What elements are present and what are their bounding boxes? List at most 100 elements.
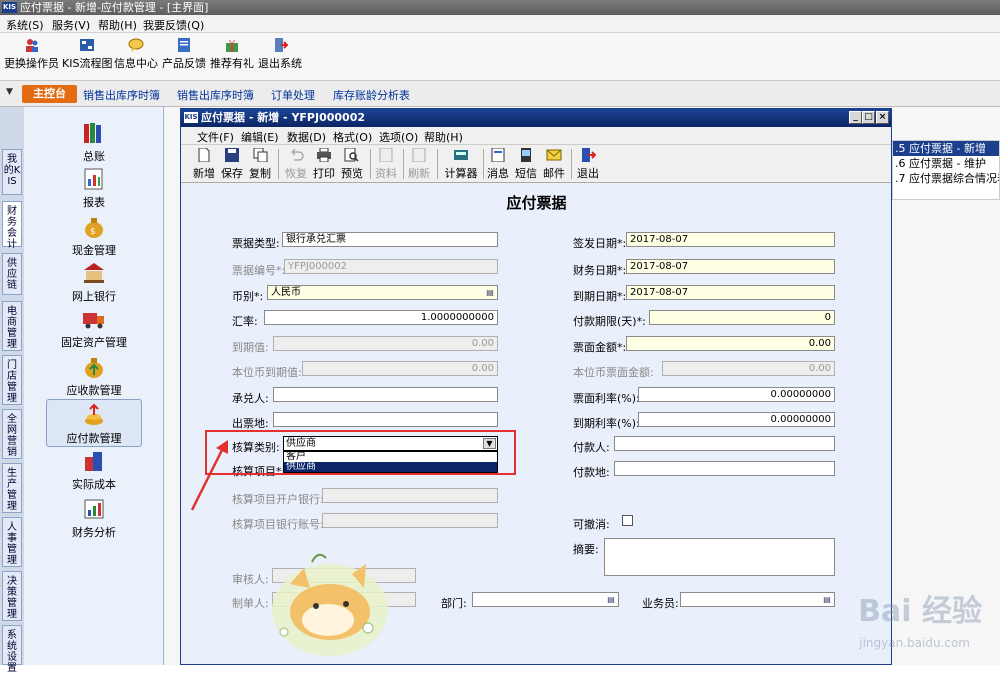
tab-order-processing[interactable]: 订单处理	[271, 87, 315, 103]
restore-button[interactable]: 恢复	[281, 148, 311, 181]
vtab-hr[interactable]: 人事管理	[2, 517, 22, 567]
minimize-icon[interactable]: _	[849, 111, 862, 124]
lookup-icon[interactable]: ▤	[821, 594, 833, 605]
reference-button[interactable]: 资料	[371, 148, 401, 181]
tab-main-console[interactable]: 主控台	[22, 85, 77, 103]
copy-button[interactable]: 复制	[245, 148, 275, 181]
refresh-button[interactable]: 刷新	[404, 148, 434, 181]
info-center-button[interactable]: 信息中心	[114, 37, 158, 71]
list-item[interactable]: .7 应付票据综合情况表	[893, 171, 999, 186]
vtab-finance[interactable]: 财务会计	[2, 201, 22, 250]
acceptor-field[interactable]	[273, 387, 498, 402]
analysis-chart-icon	[84, 499, 104, 519]
vtab-production[interactable]: 生产管理	[2, 463, 22, 513]
sms-button[interactable]: 短信	[511, 148, 541, 181]
change-operator-button[interactable]: 更换操作员	[4, 37, 59, 71]
save-button[interactable]: 保存	[217, 148, 247, 181]
payer-label: 付款人:	[573, 441, 610, 454]
item-account-label: 核算项目银行账号:	[232, 518, 324, 531]
revocable-label: 可撤消:	[573, 518, 610, 531]
exchange-rate-field[interactable]: 1.0000000000	[264, 310, 498, 325]
face-amount-field[interactable]: 0.00	[626, 336, 835, 351]
product-feedback-button[interactable]: 产品反馈	[162, 37, 206, 71]
envelope-icon	[546, 149, 562, 161]
staff-field[interactable]: ▤	[680, 592, 835, 607]
vtab-ecommerce[interactable]: 电商管理	[2, 301, 22, 351]
email-button[interactable]: 邮件	[539, 148, 569, 181]
face-rate-field[interactable]: 0.00000000	[638, 387, 835, 402]
tab-sales-outbound-2[interactable]: 销售出库序时簿	[177, 87, 254, 103]
note-type-label: 票据类型:	[232, 237, 280, 250]
vtab-marketing[interactable]: 全网营销	[2, 409, 22, 459]
list-item[interactable]: .5 应付票据 - 新增	[893, 141, 999, 156]
due-rate-field[interactable]: 0.00000000	[638, 412, 835, 427]
nav-actual-cost[interactable]: 实际成本	[46, 449, 142, 492]
message-button[interactable]: 消息	[483, 148, 513, 181]
sign-date-field[interactable]: 2017-08-07	[626, 232, 835, 247]
menu-system[interactable]: 系统(S)	[6, 17, 44, 33]
pay-place-field[interactable]	[614, 461, 835, 476]
tab-sales-outbound-1[interactable]: 销售出库序时簿	[83, 87, 160, 103]
finance-date-label: 财务日期*:	[573, 264, 627, 277]
list-item[interactable]: .6 应付票据 - 维护	[893, 156, 999, 171]
new-button[interactable]: 新增	[189, 148, 219, 181]
nav-general-ledger[interactable]: 总账	[46, 121, 142, 164]
maximize-icon[interactable]: □	[862, 111, 875, 124]
recommend-gift-button[interactable]: 推荐有礼	[210, 37, 254, 71]
nav-financial-analysis[interactable]: 财务分析	[46, 497, 142, 540]
calculator-button[interactable]: 计算器	[441, 148, 481, 181]
nav-receivables[interactable]: 应收款管理	[46, 355, 142, 398]
menu-help[interactable]: 帮助(H)	[98, 17, 137, 33]
revocable-checkbox[interactable]	[622, 515, 633, 526]
nav-cash-management[interactable]: $ 现金管理	[46, 215, 142, 258]
vtab-supply-chain[interactable]: 供应链	[2, 253, 22, 295]
nav-online-bank[interactable]: 网上银行	[46, 261, 142, 304]
kis-flowchart-button[interactable]: KIS流程图	[62, 37, 112, 71]
vtab-decision[interactable]: 决策管理	[2, 571, 22, 621]
note-number-label: 票据编号*:	[232, 264, 286, 277]
menu-service[interactable]: 服务(V)	[52, 17, 90, 33]
menu-data[interactable]: 数据(D)	[287, 129, 326, 145]
exit-system-button[interactable]: 退出系统	[258, 37, 302, 71]
base-face-amount-field: 0.00	[662, 361, 835, 376]
currency-field[interactable]: 人民币 ▤	[267, 285, 498, 300]
vertical-module-tabs: 我的KIS 财务会计 供应链 电商管理 门店管理 全网营销 生产管理 人事管理 …	[0, 107, 24, 674]
reviewer-label: 审核人:	[232, 573, 269, 586]
menu-help[interactable]: 帮助(H)	[424, 129, 463, 145]
preview-button[interactable]: 预览	[337, 148, 367, 181]
vtab-my-kis[interactable]: 我的KIS	[2, 149, 22, 195]
due-rate-label: 到期利率(%):	[573, 417, 640, 430]
face-rate-label: 票面利率(%):	[573, 392, 640, 405]
payment-term-field[interactable]: 0	[649, 310, 835, 325]
department-field[interactable]: ▤	[472, 592, 619, 607]
toolbar-separator	[571, 149, 572, 179]
print-button[interactable]: 打印	[309, 148, 339, 181]
menu-edit[interactable]: 编辑(E)	[241, 129, 279, 145]
vtab-system-settings[interactable]: 系统设置	[2, 625, 22, 674]
new-doc-icon	[198, 148, 210, 162]
lookup-icon[interactable]: ▤	[605, 594, 617, 605]
exit-button[interactable]: 退出	[573, 148, 603, 181]
payer-field[interactable]	[614, 436, 835, 451]
menu-format[interactable]: 格式(O)	[333, 129, 372, 145]
cartoon-dog-sticker	[272, 553, 388, 656]
nav-reports[interactable]: 报表	[46, 167, 142, 210]
nav-fixed-assets[interactable]: 固定资产管理	[46, 307, 142, 350]
summary-field[interactable]	[604, 538, 835, 576]
finance-date-field[interactable]: 2017-08-07	[626, 259, 835, 274]
vtab-store[interactable]: 门店管理	[2, 355, 22, 405]
menu-feedback[interactable]: 我要反馈(Q)	[143, 17, 204, 33]
nav-payables[interactable]: 应付款管理	[46, 399, 142, 447]
close-icon[interactable]: ×	[876, 111, 889, 124]
collapse-arrow-icon[interactable]: ▼	[6, 87, 13, 97]
base-maturity-value-label: 本位币到期值:	[232, 366, 302, 379]
issue-place-field[interactable]	[273, 412, 498, 427]
lookup-icon[interactable]: ▤	[484, 287, 496, 298]
menu-file[interactable]: 文件(F)	[197, 129, 234, 145]
note-type-field[interactable]: 银行承兑汇票	[282, 232, 498, 247]
maker-label: 制单人:	[232, 597, 269, 610]
due-date-field[interactable]: 2017-08-07	[626, 285, 835, 300]
tab-inventory-aging[interactable]: 库存账龄分析表	[333, 87, 410, 103]
menu-options[interactable]: 选项(O)	[379, 129, 418, 145]
currency-label: 币别*:	[232, 290, 264, 303]
